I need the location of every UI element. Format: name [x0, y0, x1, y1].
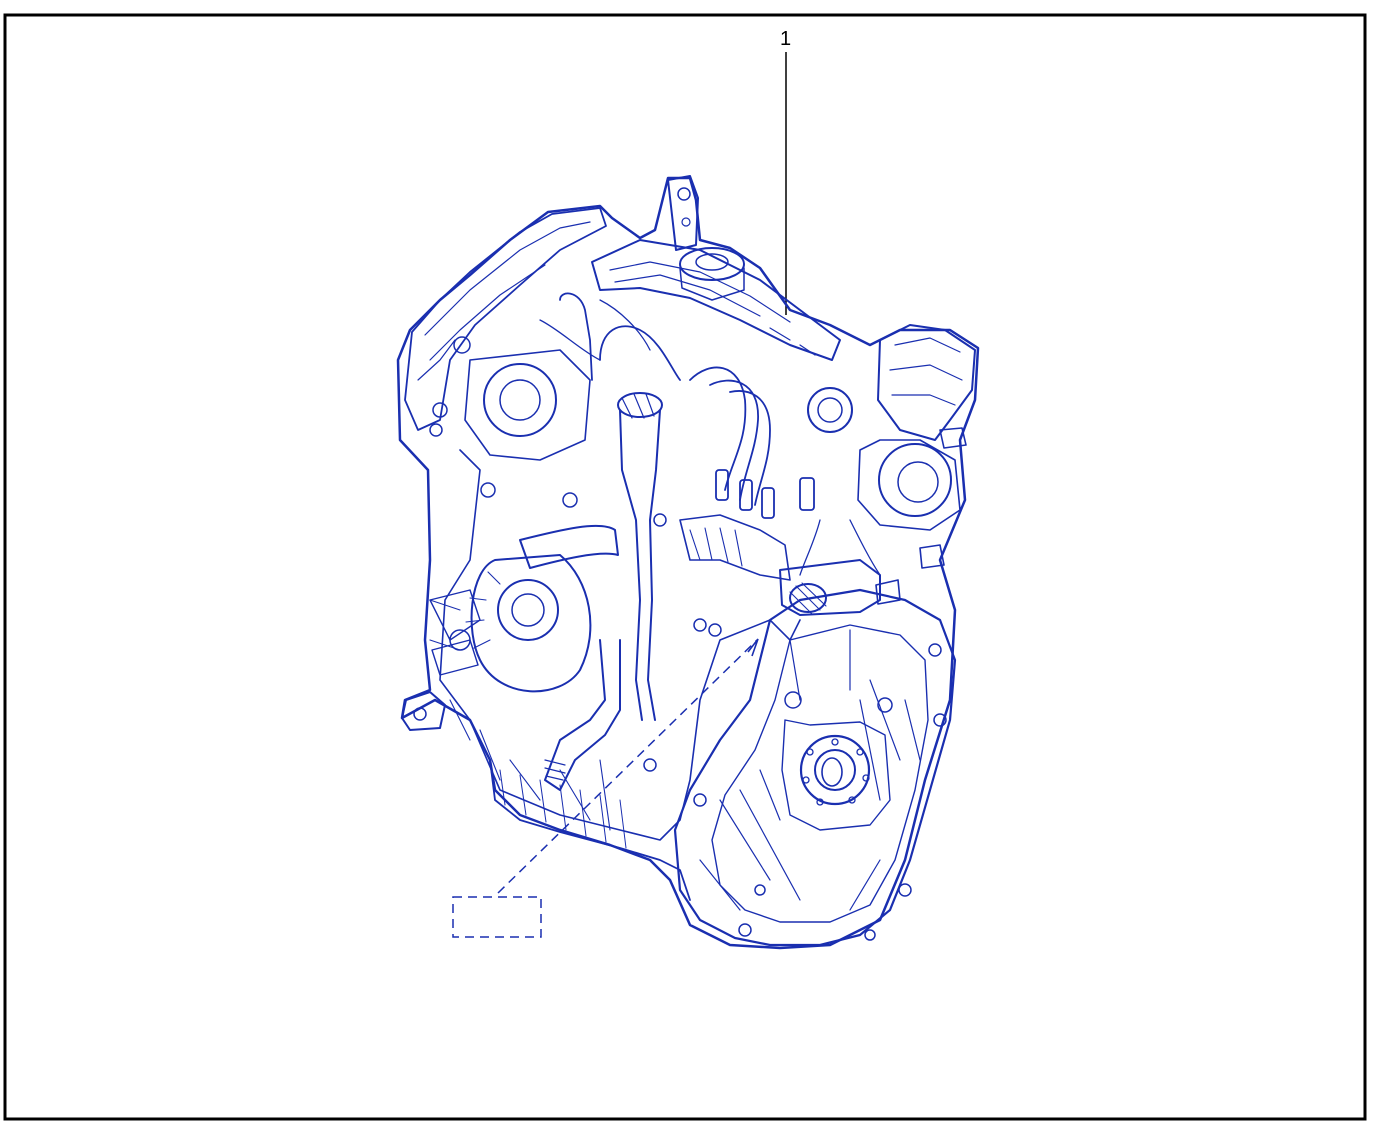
diagram-canvas: 1	[3, 13, 1367, 1121]
fuel-pump-inner	[499, 379, 541, 421]
engine-assembly-illustration[interactable]	[396, 175, 980, 950]
crankshaft-seal	[821, 757, 843, 787]
egr-valve-inner	[817, 397, 843, 423]
injectors	[715, 469, 815, 519]
bolt-head-b	[480, 482, 496, 498]
dipstick-tube	[619, 409, 661, 721]
filter-cap	[497, 579, 559, 641]
lifting-bracket-hole-2	[681, 217, 691, 227]
filter-housing	[470, 554, 592, 693]
crankshaft-hub	[814, 749, 856, 791]
valve-cover	[591, 239, 841, 361]
vacuum-pump-inner	[897, 461, 939, 503]
bolt-head-c	[562, 492, 578, 508]
egr-housing-details	[889, 337, 963, 406]
diagram-border	[3, 13, 1367, 1121]
wiring-loom	[539, 299, 881, 576]
lifting-bracket-hole	[677, 187, 691, 201]
vacuum-pump	[878, 443, 952, 517]
bolt-head-e	[693, 618, 707, 632]
callout-label-1[interactable]: 1	[780, 28, 791, 50]
bolt-head-f	[708, 623, 722, 637]
coolant-pipe	[519, 524, 619, 569]
bolt-head-g	[643, 758, 657, 772]
mount-bolt-hole	[413, 707, 427, 721]
lifting-bracket	[667, 175, 699, 251]
dipstick-cap	[617, 392, 663, 418]
intake-manifold	[679, 514, 791, 581]
bellhousing-inner	[711, 624, 929, 923]
fuel-pump-body	[483, 363, 557, 437]
egr-valve	[807, 387, 853, 433]
engine-silhouette	[396, 176, 980, 950]
oil-pan	[489, 759, 691, 901]
identification-plate-placeholder[interactable]	[452, 896, 542, 938]
bolt-head-a	[429, 423, 443, 437]
fuel-lines	[559, 292, 771, 506]
oil-filler-cap	[679, 247, 745, 281]
bolt-head-d	[653, 513, 667, 527]
id-plate-leader	[497, 639, 758, 894]
timing-cover	[404, 207, 607, 431]
egr-housing	[877, 324, 976, 441]
idler-pulley	[453, 336, 471, 354]
filter-cap-inner	[511, 593, 545, 627]
crankshaft-flange	[799, 734, 871, 806]
bellhousing-bolt-bosses	[693, 643, 947, 941]
